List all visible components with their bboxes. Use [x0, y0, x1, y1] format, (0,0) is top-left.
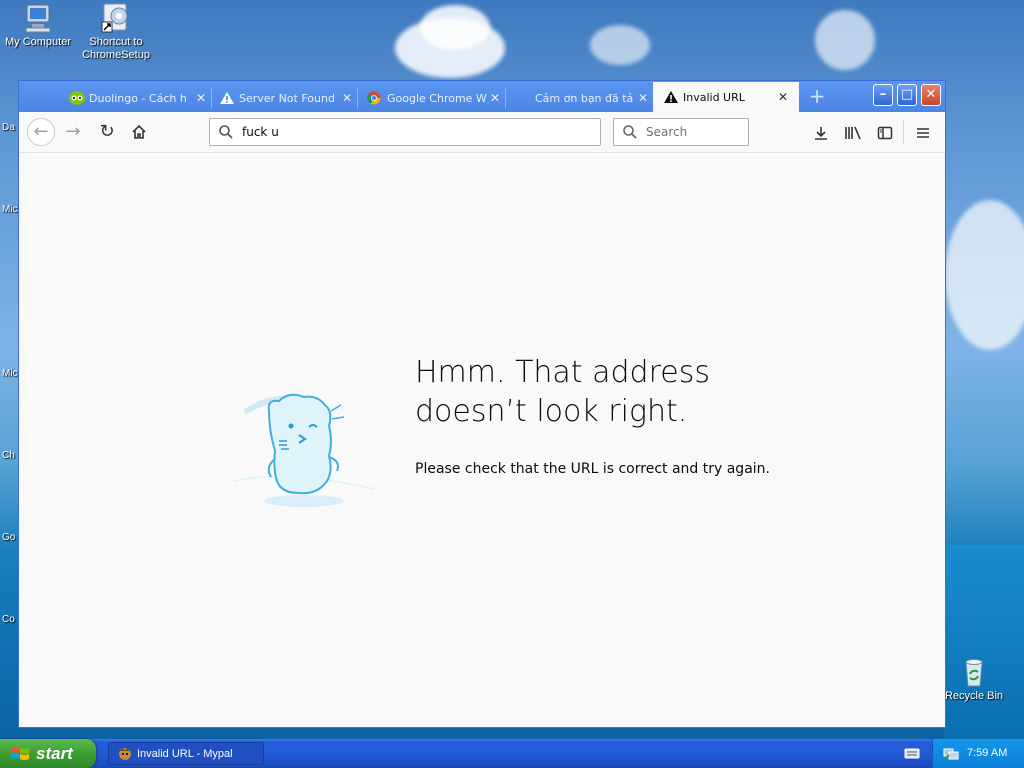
downloads-button[interactable]	[809, 120, 833, 144]
tab-title: Google Chrome W	[387, 91, 487, 105]
network-icon[interactable]	[943, 745, 959, 761]
tab-invalid-url[interactable]: Invalid URL ✕	[653, 82, 799, 112]
recycle-bin-icon	[958, 656, 990, 688]
forward-button[interactable]: →	[59, 118, 87, 146]
reload-icon: ↻	[99, 121, 115, 142]
desktop-icon-recycle-bin[interactable]: Recycle Bin	[936, 656, 1012, 703]
desktop-icon-label: My Computer	[4, 36, 72, 48]
url-bar[interactable]	[209, 118, 601, 146]
search-icon	[622, 124, 638, 140]
desktop-icon-my-computer[interactable]: My Computer	[0, 2, 76, 49]
tab-separator	[505, 88, 506, 108]
taskbar-item-browser[interactable]: Invalid URL - Mypal	[108, 742, 264, 765]
arrow-right-icon: →	[65, 121, 81, 142]
sidebar-icon	[877, 122, 893, 141]
error-illustration	[229, 371, 379, 521]
tab-close-button[interactable]: ✕	[193, 91, 209, 105]
nav-toolbar: ← → ↻	[19, 112, 945, 153]
desktop-icon-label-fragment: Da	[2, 122, 15, 133]
desktop-icon-label-fragment: Go	[2, 532, 16, 543]
reload-button[interactable]: ↻	[93, 118, 121, 146]
search-bar[interactable]	[613, 118, 749, 146]
browser-window: Duolingo - Cách h ✕ Server Not Found ✕ G…	[18, 80, 946, 728]
library-icon	[844, 122, 862, 141]
clock[interactable]: 7:59 AM	[967, 747, 1007, 759]
tab-close-button[interactable]: ✕	[635, 91, 651, 105]
desktop-sea	[944, 545, 1024, 739]
tab-title: Invalid URL	[683, 90, 745, 104]
warning-icon	[663, 90, 679, 104]
page-content: Hmm. That address doesn’t look right. Pl…	[19, 153, 945, 727]
arrow-left-icon: ←	[33, 121, 49, 142]
tab-cam-on[interactable]: Cảm ơn bạn đã tả ✕	[511, 84, 651, 112]
desktop-icon-label: ChromeSetup	[82, 49, 150, 61]
taskbar: start Invalid URL - Mypal 7:59 AM	[0, 739, 1024, 768]
close-button[interactable]: ✕	[921, 84, 941, 106]
search-icon	[218, 124, 234, 140]
tab-title: Duolingo - Cách h	[89, 91, 187, 105]
toolbar-separator	[903, 120, 904, 144]
chrome-icon	[367, 91, 383, 105]
tab-separator	[211, 88, 212, 108]
warning-icon	[219, 91, 235, 105]
desktop-icon-label: Shortcut to	[89, 36, 143, 48]
search-input[interactable]	[644, 124, 748, 140]
tab-title: Server Not Found	[239, 91, 335, 105]
back-button[interactable]: ←	[27, 118, 55, 146]
tab-close-button[interactable]: ✕	[487, 91, 503, 105]
sidebar-button[interactable]	[873, 120, 897, 144]
desktop-icon-label-fragment: Mic	[2, 204, 18, 215]
system-tray: 7:59 AM	[932, 739, 1024, 768]
desktop-cloud	[420, 5, 490, 50]
tab-duolingo[interactable]: Duolingo - Cách h ✕	[65, 84, 209, 112]
error-title-line: Hmm. That address	[415, 355, 710, 390]
home-button[interactable]	[125, 118, 153, 146]
tab-separator	[357, 88, 358, 108]
computer-icon	[22, 2, 54, 34]
desktop-icon-label-fragment: Co	[2, 614, 15, 625]
minimize-button[interactable]: –	[873, 84, 893, 106]
tab-title: Cảm ơn bạn đã tả	[535, 91, 634, 105]
download-icon	[813, 122, 829, 141]
tab-close-button[interactable]: ✕	[775, 90, 791, 104]
duolingo-owl-icon	[69, 91, 85, 105]
desktop-cloud	[945, 200, 1024, 350]
taskbar-item-label: Invalid URL - Mypal	[137, 747, 233, 760]
windows-logo-icon	[10, 745, 30, 763]
error-description: Please check that the URL is correct and…	[415, 461, 770, 477]
home-icon	[131, 121, 147, 142]
hamburger-menu-icon	[915, 122, 931, 141]
tab-bar: Duolingo - Cách h ✕ Server Not Found ✕ G…	[19, 81, 945, 112]
desktop-cloud	[815, 10, 875, 70]
setup-shortcut-icon	[100, 2, 132, 34]
start-button[interactable]: start	[0, 739, 96, 768]
tab-google-chrome[interactable]: Google Chrome W ✕	[363, 84, 503, 112]
new-tab-button[interactable]: +	[805, 86, 829, 108]
error-title: Hmm. That address doesn’t look right.	[415, 353, 835, 431]
maximize-button[interactable]: □	[897, 84, 917, 106]
start-label: start	[36, 743, 73, 763]
desktop-icon-label-fragment: Ch	[2, 450, 15, 461]
library-button[interactable]	[841, 120, 865, 144]
desktop-cloud	[590, 25, 650, 65]
url-input[interactable]	[240, 124, 600, 140]
tab-close-button[interactable]: ✕	[339, 91, 355, 105]
desktop-icon-label: Recycle Bin	[944, 690, 1004, 702]
error-title-line: doesn’t look right.	[415, 394, 688, 429]
mypal-app-icon	[117, 746, 133, 762]
desktop-icon-chrome-setup[interactable]: Shortcut to ChromeSetup	[78, 2, 154, 62]
tab-server-not-found[interactable]: Server Not Found ✕	[215, 84, 355, 112]
desktop-icon-label-fragment: Mic	[2, 368, 18, 379]
menu-button[interactable]	[911, 120, 935, 144]
keyboard-icon[interactable]	[904, 746, 920, 760]
